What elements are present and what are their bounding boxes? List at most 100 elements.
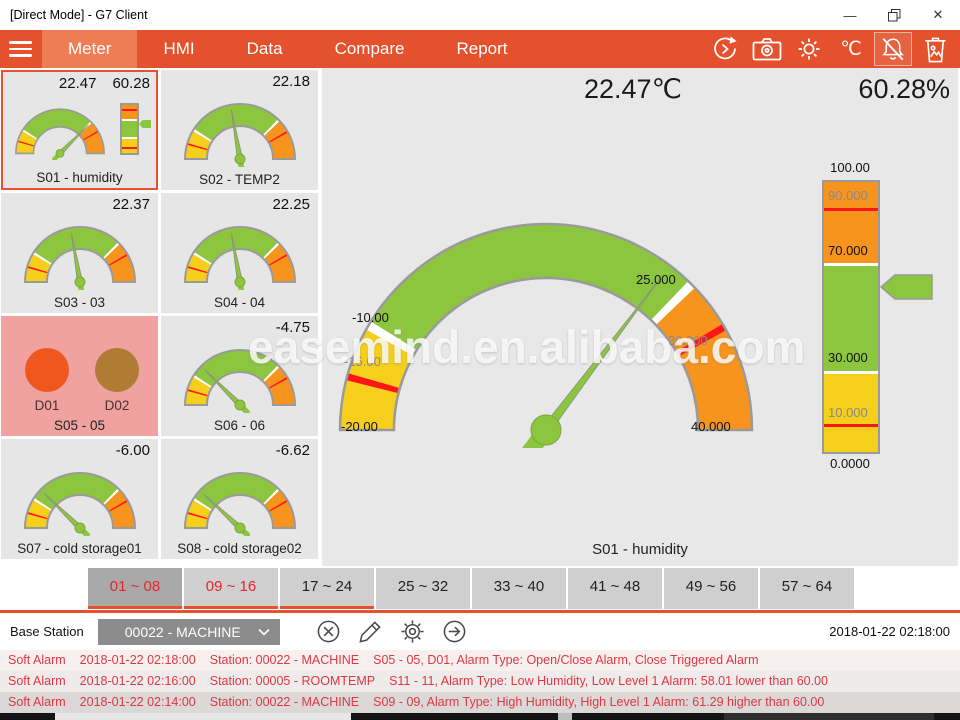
- go-arrow-icon[interactable]: [442, 619, 467, 644]
- relay-indicator-d01: [25, 348, 69, 392]
- tile-label: S08 - cold storage02: [161, 541, 318, 556]
- tile-label: S04 - 04: [161, 295, 318, 310]
- mini-gauge: [7, 102, 113, 165]
- gauge-tick-low-limit: -10.00: [352, 310, 389, 325]
- bar-tick-high-limit: 70.000: [828, 243, 868, 258]
- tile-label: S07 - cold storage01: [1, 541, 158, 556]
- tab-compare[interactable]: Compare: [309, 30, 431, 68]
- gauge-caption: S01 - humidity: [322, 541, 958, 558]
- meter-tile-s06[interactable]: -4.75 S06 - 06: [161, 316, 318, 436]
- range-tab-17-24[interactable]: 17 ~ 24: [280, 568, 374, 609]
- clear-image-icon[interactable]: [916, 32, 954, 66]
- tile-label: S06 - 06: [161, 418, 318, 433]
- chevron-down-icon: [258, 628, 270, 636]
- alarm-message: S05 - 05, D01, Alarm Type: Open/Close Al…: [373, 653, 758, 667]
- tile-label: S01 - humidity: [3, 170, 156, 185]
- window-title: [Direct Mode] - G7 Client: [0, 8, 148, 22]
- main-meter-panel: 22.47℃ 60.28% -10.00 -15.00 25.000 30.00…: [322, 68, 958, 566]
- alarm-row[interactable]: Soft Alarm2018-01-22 02:16:00Station: 00…: [0, 671, 960, 692]
- restore-button[interactable]: [872, 0, 916, 30]
- meter-tile-s03[interactable]: 22.37 S03 - 03: [1, 193, 158, 313]
- range-tab-01-08[interactable]: 01 ~ 08: [88, 568, 182, 609]
- nav-icon-group: ℃: [706, 30, 960, 68]
- tab-hmi[interactable]: HMI: [137, 30, 220, 68]
- alarm-message: S09 - 09, Alarm Type: High Humidity, Hig…: [373, 695, 824, 709]
- current-timestamp: 2018-01-22 02:18:00: [829, 624, 950, 639]
- gauge-tick-max: 40.000: [691, 419, 731, 434]
- meter-tile-s07[interactable]: -6.00 S07 - cold storage01: [1, 439, 158, 559]
- alarm-station: Station: 00022 - MACHINE: [210, 695, 359, 709]
- bar-tick-high-alarm: 90.000: [828, 188, 868, 203]
- range-tab-41-48[interactable]: 41 ~ 48: [568, 568, 662, 609]
- gauge-tick-high-alarm: 30.000: [668, 333, 708, 348]
- alarm-time: 2018-01-22 02:18:00: [80, 653, 196, 667]
- base-station-value: 00022 - MACHINE: [108, 624, 258, 640]
- relay-label: D01: [25, 398, 69, 413]
- bar-tick-max: 100.00: [814, 160, 886, 175]
- alarm-station: Station: 00022 - MACHINE: [210, 653, 359, 667]
- tile-value: 22.18: [272, 73, 310, 90]
- mini-gauge: [174, 218, 306, 295]
- tile-label: S03 - 03: [1, 295, 158, 310]
- mini-bar-pointer: [139, 120, 151, 128]
- restore-icon: [888, 9, 901, 22]
- gauge-tick-min: -20.00: [341, 419, 378, 434]
- mini-gauge: [174, 95, 306, 172]
- tab-data[interactable]: Data: [221, 30, 309, 68]
- meter-tile-s05[interactable]: D01 D02 S05 - 05: [1, 316, 158, 436]
- hamburger-menu-icon[interactable]: [0, 30, 42, 68]
- alarm-row[interactable]: Soft Alarm2018-01-22 02:14:00Station: 00…: [0, 692, 960, 713]
- bottom-icon-group: [316, 619, 467, 644]
- close-button[interactable]: ✕: [916, 0, 960, 30]
- celsius-icon[interactable]: ℃: [832, 32, 870, 66]
- tab-report[interactable]: Report: [430, 30, 533, 68]
- meter-tile-s01[interactable]: 22.47 60.28 S01 - humidity: [1, 70, 158, 190]
- alarm-severity: Soft Alarm: [8, 653, 66, 667]
- cancel-alarm-icon[interactable]: [316, 619, 341, 644]
- tile-value-humidity: 60.28: [112, 75, 150, 92]
- tile-values: 22.47 60.28: [59, 75, 150, 92]
- title-bar: [Direct Mode] - G7 Client — ✕: [0, 0, 960, 30]
- minimize-button[interactable]: —: [828, 0, 872, 30]
- tile-value: 22.25: [272, 196, 310, 213]
- alarm-list: Soft Alarm 2018-01-22 02:18:00 Station: 00…: [0, 650, 960, 713]
- window-controls: — ✕: [828, 0, 960, 30]
- range-tab-57-64[interactable]: 57 ~ 64: [760, 568, 854, 609]
- mini-gauge: [14, 218, 146, 295]
- bar-tick-low-limit: 30.000: [828, 350, 868, 365]
- sync-icon[interactable]: [706, 32, 744, 66]
- temperature-reading: 22.47℃: [584, 74, 682, 105]
- meter-tile-s02[interactable]: 22.18 S02 - TEMP2: [161, 70, 318, 190]
- bottom-bar: Base Station 00022 - MACHINE: [0, 613, 960, 650]
- g7-client-window: [Direct Mode] - G7 Client — ✕ Meter HMI …: [0, 0, 960, 720]
- bar-tick-low-alarm: 10.000: [828, 405, 868, 420]
- settings-gear-icon[interactable]: [400, 619, 425, 644]
- tile-value: -4.75: [276, 319, 310, 336]
- nav-bar: Meter HMI Data Compare Report: [0, 30, 960, 68]
- meter-grid: 22.47 60.28 S01 - humidity 22.18 S02 - T…: [1, 70, 320, 562]
- meter-tile-s08[interactable]: -6.62 S08 - cold storage02: [161, 439, 318, 559]
- humidity-reading: 60.28%: [858, 74, 950, 105]
- alarm-mute-icon[interactable]: [874, 32, 912, 66]
- edit-icon[interactable]: [358, 619, 383, 644]
- mini-gauge: [174, 464, 306, 541]
- range-tab-33-40[interactable]: 33 ~ 40: [472, 568, 566, 609]
- brightness-icon[interactable]: [790, 32, 828, 66]
- alarm-row[interactable]: Soft Alarm 2018-01-22 02:18:00 Station: 00…: [0, 650, 960, 671]
- alarm-severity: Soft Alarm: [8, 674, 66, 688]
- temperature-gauge: [326, 208, 766, 448]
- camera-icon[interactable]: [748, 32, 786, 66]
- alarm-time: 2018-01-22 02:14:00: [80, 695, 196, 709]
- base-station-dropdown[interactable]: 00022 - MACHINE: [98, 619, 280, 645]
- tile-value: -6.00: [116, 442, 150, 459]
- tab-meter[interactable]: Meter: [42, 30, 137, 68]
- range-tab-09-16[interactable]: 09 ~ 16: [184, 568, 278, 609]
- gauge-tick-low-alarm: -15.00: [344, 354, 381, 369]
- range-tab-25-32[interactable]: 25 ~ 32: [376, 568, 470, 609]
- mini-gauge: [174, 341, 306, 418]
- tile-label: S02 - TEMP2: [161, 172, 318, 187]
- range-tab-49-56[interactable]: 49 ~ 56: [664, 568, 758, 609]
- celsius-label: ℃: [840, 38, 861, 61]
- bar-pointer: [880, 274, 934, 300]
- meter-tile-s04[interactable]: 22.25 S04 - 04: [161, 193, 318, 313]
